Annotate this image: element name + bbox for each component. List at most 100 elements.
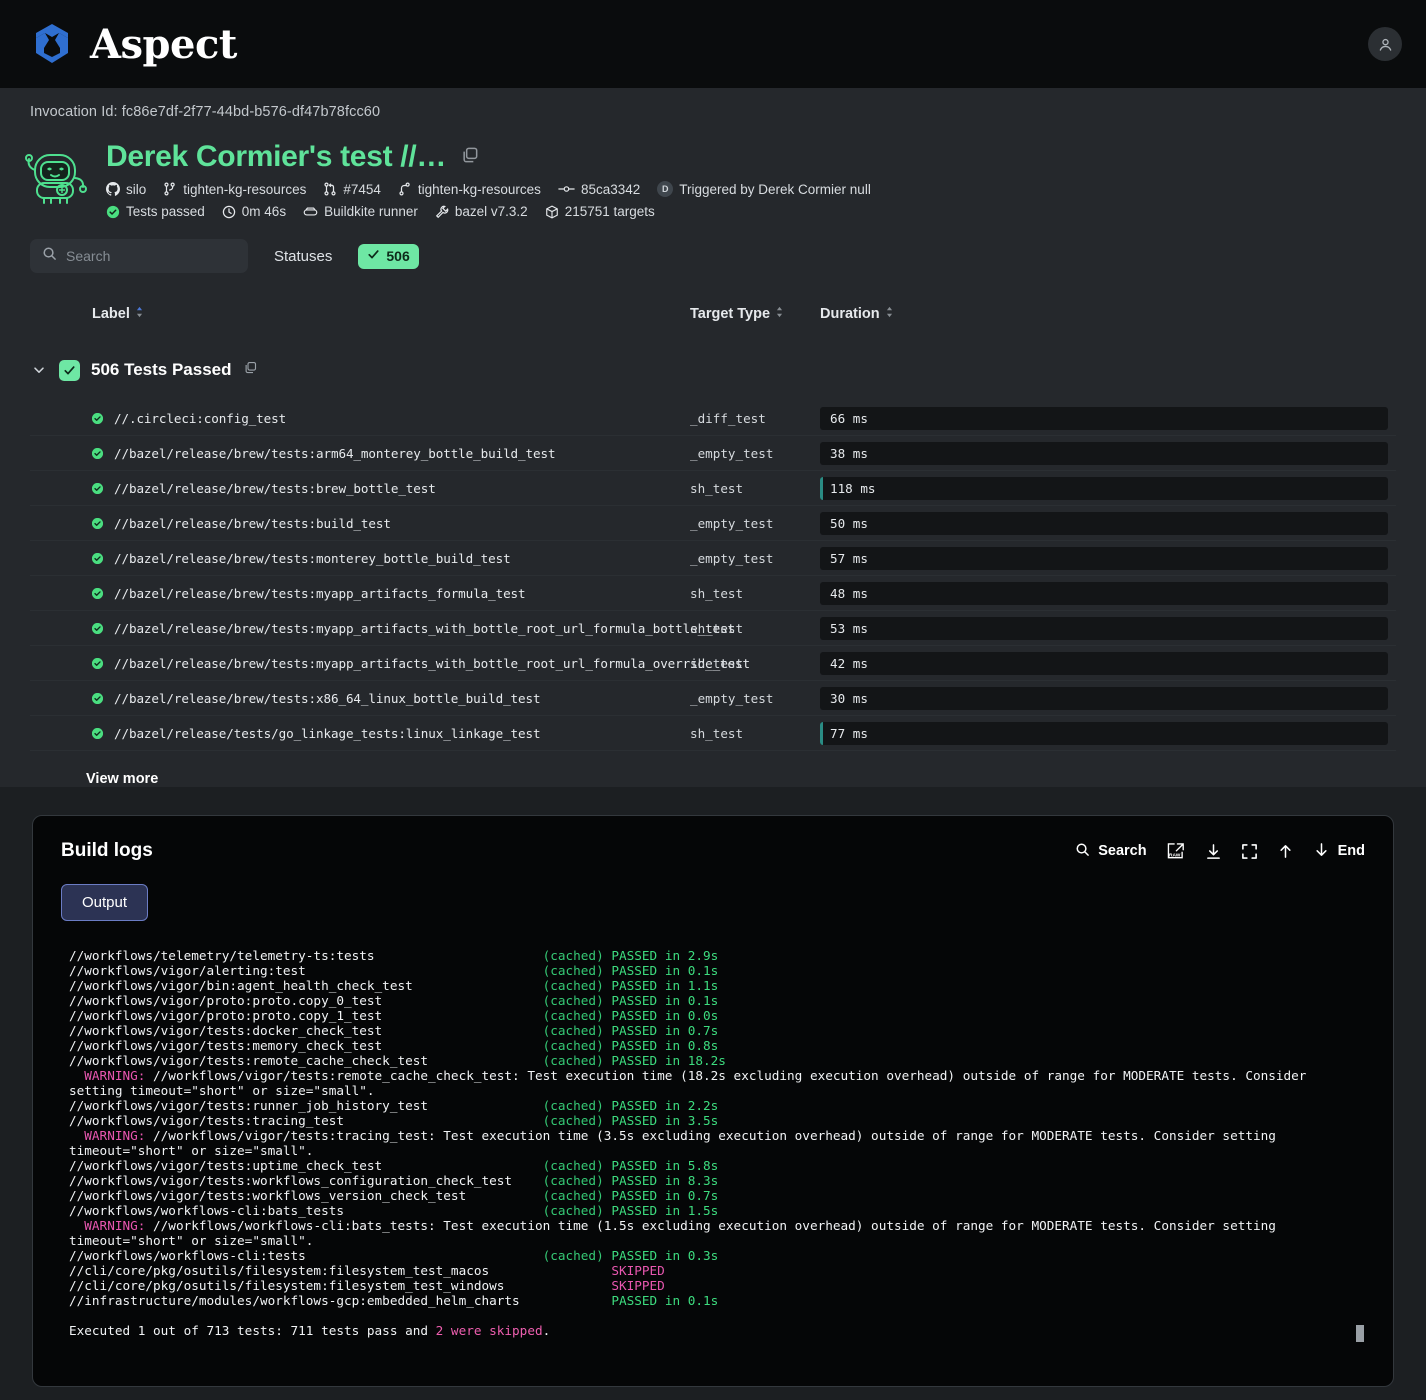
column-header-duration[interactable]: Duration [820,306,940,322]
log-summary-suffix: . [542,1323,551,1338]
log-spacer [543,1278,612,1293]
duration-bar: 118 ms [820,476,1388,500]
log-cached-flag: (cached) [542,1098,612,1113]
download-icon[interactable] [1205,843,1222,860]
test-target-label: //bazel/release/brew/tests:myapp_artifac… [114,620,736,636]
meta-label: #7454 [343,181,381,197]
table-row[interactable]: //bazel/release/brew/tests:myapp_artifac… [30,646,1396,681]
test-group-row[interactable]: 506 Tests Passed [30,347,1396,393]
log-summary-line: Executed 1 out of 713 tests: 711 tests p… [69,1323,1365,1349]
raw-external-link-icon[interactable]: RAW [1166,842,1186,860]
brand-block[interactable]: Aspect [28,20,237,68]
status-badge[interactable]: 506 [358,243,419,269]
jump-to-end-button[interactable]: End [1313,841,1365,862]
duration-bar: 30 ms [820,686,1388,710]
tab-output[interactable]: Output [61,884,149,921]
table-cell-label: //bazel/release/brew/tests:myapp_artifac… [30,586,690,601]
meta-branch-primary[interactable]: tighten-kg-resources [163,182,306,197]
log-cached-flag: (cached) [542,1113,612,1128]
log-target: //workflows/vigor/tests:uptime_check_tes… [69,1158,543,1173]
duration-bar: 53 ms [820,616,1388,640]
meta-duration: 0m 46s [222,204,286,219]
table-row[interactable]: //.circleci:config_test _diff_test 66 ms [30,401,1396,436]
test-target-label: //.circleci:config_test [114,410,287,426]
log-target: //workflows/vigor/tests:runner_job_histo… [69,1098,543,1113]
duration-value: 30 ms [830,690,868,706]
log-target: //workflows/vigor/proto:proto.copy_1_tes… [69,1008,543,1023]
log-spacer [543,1293,612,1308]
view-more-button[interactable]: View more [30,751,1396,787]
fullscreen-icon[interactable] [1241,843,1258,860]
pass-check-icon [92,727,103,739]
meta-branch-secondary[interactable]: tighten-kg-resources [398,182,541,197]
log-status: PASSED in 0.1s [611,993,719,1008]
duration-bar: 66 ms [820,406,1388,430]
arrow-down-icon [1313,841,1330,862]
user-avatar-icon[interactable] [1368,27,1402,61]
meta-tests-passed: Tests passed [106,204,205,219]
pass-check-icon [92,692,103,704]
log-summary-prefix: Executed 1 out of 713 tests: 711 tests p… [69,1323,436,1338]
sort-icon [135,306,144,322]
table-cell-label: //bazel/release/brew/tests:brew_bottle_t… [30,481,690,496]
search-box[interactable] [30,239,248,273]
table-cell-target-type: sh_test [690,620,744,636]
log-line: //cli/core/pkg/osutils/filesystem:filesy… [69,1263,1365,1278]
invocation-header: Derek Cormier's test //… silo tighten-kg… [0,120,1426,219]
log-cached-flag: (cached) [542,978,612,993]
check-icon [367,248,380,264]
table-row[interactable]: //bazel/release/brew/tests:brew_bottle_t… [30,471,1396,506]
pass-check-icon [92,552,103,564]
log-blank-line [69,1308,1365,1323]
pass-check-icon [92,622,103,634]
meta-commit-sha[interactable]: 85ca3342 [558,182,640,197]
column-header-label[interactable]: Label [30,306,690,322]
table-cell-duration: 77 ms [820,721,1396,745]
table-row[interactable]: //bazel/release/brew/tests:myapp_artifac… [30,611,1396,646]
log-cached-flag: (cached) [542,963,612,978]
table-row[interactable]: //bazel/release/brew/tests:monterey_bott… [30,541,1396,576]
log-target: //workflows/vigor/tests:tracing_test [69,1113,543,1128]
log-warning-text: //workflows/vigor/tests:tracing_test: Te… [69,1128,1284,1158]
column-header-target-type-text: Target Type [690,306,771,322]
table-row[interactable]: //bazel/release/brew/tests:arm64_montere… [30,436,1396,471]
table-cell-target-type: sh_test [690,585,744,601]
log-target: //workflows/vigor/alerting:test [69,963,543,978]
table-row[interactable]: //bazel/release/brew/tests:build_test _em… [30,506,1396,541]
log-warning-text: //workflows/vigor/tests:remote_cache_che… [69,1068,1315,1098]
logs-search-button[interactable]: Search [1075,842,1147,861]
meta-label: silo [126,181,147,197]
test-target-label: //bazel/release/brew/tests:myapp_artifac… [114,655,750,671]
meta-pull-request[interactable]: #7454 [323,182,381,197]
table-cell-target-type: _diff_test [690,410,766,426]
top-navigation-bar: Aspect [0,0,1426,88]
table-cell-label: //bazel/release/brew/tests:myapp_artifac… [30,656,750,671]
chevron-down-icon[interactable] [30,363,48,377]
log-cached-flag: (cached) [542,1053,612,1068]
test-target-label: //bazel/release/brew/tests:brew_bottle_t… [114,480,436,496]
log-line: //workflows/vigor/tests:memory_check_tes… [69,1038,1365,1053]
terminal-cursor [1356,1325,1364,1342]
search-input[interactable] [66,248,236,264]
arrow-up-icon[interactable] [1277,843,1294,860]
log-target: //workflows/vigor/tests:memory_check_tes… [69,1038,543,1053]
meta-repo-silo[interactable]: silo [106,182,146,197]
table-cell-duration: 50 ms [820,511,1396,535]
copy-icon[interactable] [460,145,480,170]
copy-icon[interactable] [243,360,258,380]
log-cached-flag: (cached) [542,948,612,963]
duration-bar: 42 ms [820,651,1388,675]
column-header-target-type[interactable]: Target Type [690,306,820,322]
test-target-label: //bazel/release/brew/tests:arm64_montere… [114,445,556,461]
table-cell-label: //bazel/release/tests/go_linkage_tests:l… [30,726,690,741]
log-cached-flag: (cached) [542,1023,612,1038]
table-row[interactable]: //bazel/release/tests/go_linkage_tests:l… [30,716,1396,751]
table-row[interactable]: //bazel/release/brew/tests:x86_64_linux_… [30,681,1396,716]
table-cell-label: //bazel/release/brew/tests:monterey_bott… [30,551,690,566]
table-row[interactable]: //bazel/release/brew/tests:myapp_artifac… [30,576,1396,611]
log-line: //workflows/vigor/bin:agent_health_check… [69,978,1365,993]
table-cell-duration: 38 ms [820,441,1396,465]
build-logs-title: Build logs [61,840,153,861]
build-logs-output[interactable]: //workflows/telemetry/telemetry-ts:tests… [61,948,1365,1349]
log-line: //workflows/telemetry/telemetry-ts:tests… [69,948,1365,963]
